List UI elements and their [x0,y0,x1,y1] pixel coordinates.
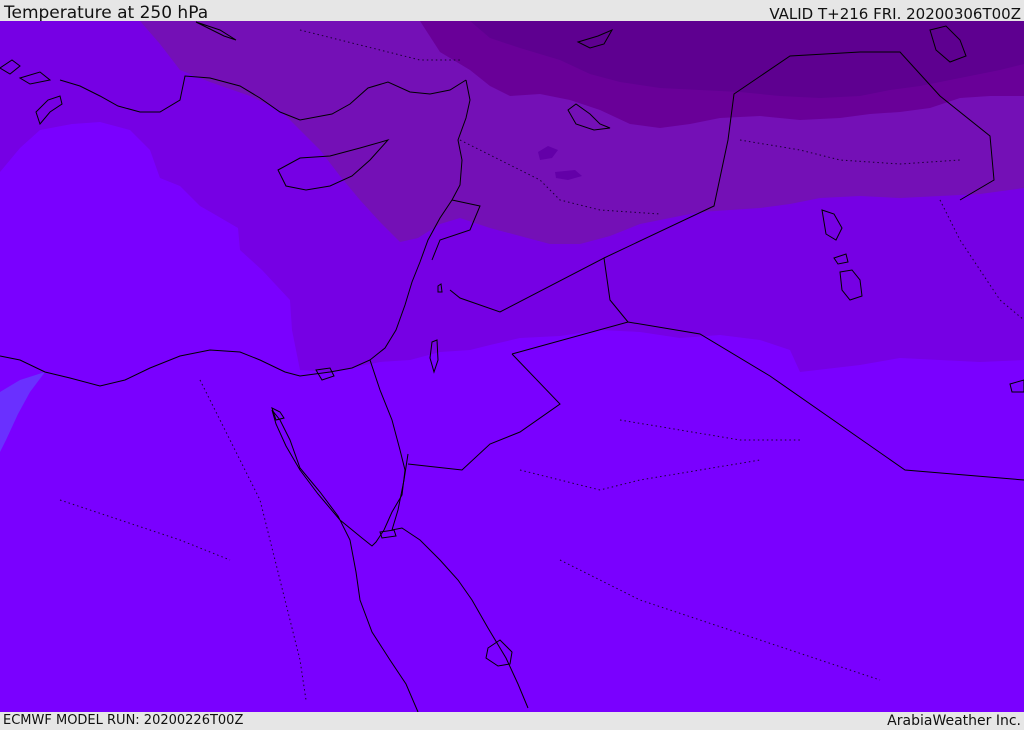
brand-label: ArabiaWeather Inc. [887,713,1021,729]
temperature-map[interactable] [0,21,1024,712]
model-run-label: ECMWF MODEL RUN: 20200226T00Z [3,713,244,728]
header-bar: Temperature at 250 hPa VALID T+216 FRI. … [0,0,1024,23]
footer-bar: ECMWF MODEL RUN: 20200226T00Z ArabiaWeat… [0,712,1024,729]
map-title: Temperature at 250 hPa [4,3,209,23]
